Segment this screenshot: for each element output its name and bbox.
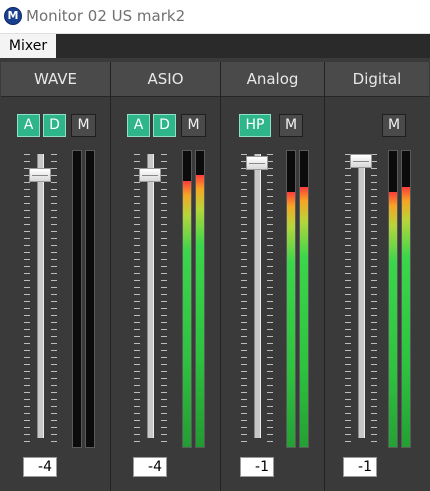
a-button[interactable]: A: [127, 114, 150, 137]
fader-scale: [134, 154, 140, 442]
level-meter-left: [388, 150, 398, 448]
mixer-panel: WAVE A D M -4 ASIO A D M -4 Analog HP M: [1, 62, 429, 491]
fader-scale: [267, 154, 273, 442]
app-logo-icon: M: [4, 7, 22, 25]
fader-knob[interactable]: [29, 168, 51, 182]
menu-mixer[interactable]: Mixer: [0, 34, 56, 58]
fader-track[interactable]: [358, 154, 365, 438]
fader-track[interactable]: [147, 154, 154, 438]
fader-scale: [345, 154, 351, 442]
channel-name: Digital: [325, 62, 429, 97]
level-meter-left: [72, 150, 82, 448]
level-meter-right: [85, 150, 95, 448]
fader-value-input[interactable]: -4: [133, 457, 167, 477]
title-bar: M Monitor 02 US mark2: [0, 0, 430, 34]
menu-bar: Mixer: [0, 34, 430, 58]
fader-value-input[interactable]: -4: [23, 457, 57, 477]
fader-scale: [161, 154, 167, 442]
fader-knob[interactable]: [350, 154, 372, 168]
fader-scale: [51, 154, 57, 442]
fader-value-input[interactable]: -1: [240, 457, 274, 477]
channel-strip-digital: Digital M -1: [325, 62, 429, 491]
fader-scale: [241, 154, 247, 442]
channel-strip-asio: ASIO A D M -4: [111, 62, 221, 491]
hp-button[interactable]: HP: [239, 114, 271, 137]
mute-button[interactable]: M: [279, 114, 303, 137]
fader-track[interactable]: [254, 154, 261, 438]
channel-name: ASIO: [111, 62, 220, 97]
mute-button[interactable]: M: [181, 114, 206, 137]
fader-knob[interactable]: [246, 156, 268, 170]
level-meter-right: [401, 150, 411, 448]
mute-button[interactable]: M: [71, 114, 96, 137]
channel-strip-wave: WAVE A D M -4: [1, 62, 111, 491]
d-button[interactable]: D: [43, 114, 66, 137]
level-meter-right: [299, 150, 309, 448]
window-title: Monitor 02 US mark2: [26, 7, 186, 25]
channel-name: WAVE: [1, 62, 110, 97]
level-meter-left: [182, 150, 192, 448]
channel-strip-analog: Analog HP M -1: [221, 62, 325, 491]
level-meter-right: [195, 150, 205, 448]
level-meter-left: [286, 150, 296, 448]
fader-scale: [24, 154, 30, 442]
channel-name: Analog: [221, 62, 324, 97]
mute-button[interactable]: M: [382, 114, 406, 137]
d-button[interactable]: D: [153, 114, 176, 137]
a-button[interactable]: A: [17, 114, 40, 137]
fader-scale: [371, 154, 377, 442]
fader-track[interactable]: [37, 154, 44, 438]
fader-knob[interactable]: [139, 168, 161, 182]
fader-value-input[interactable]: -1: [343, 457, 377, 477]
